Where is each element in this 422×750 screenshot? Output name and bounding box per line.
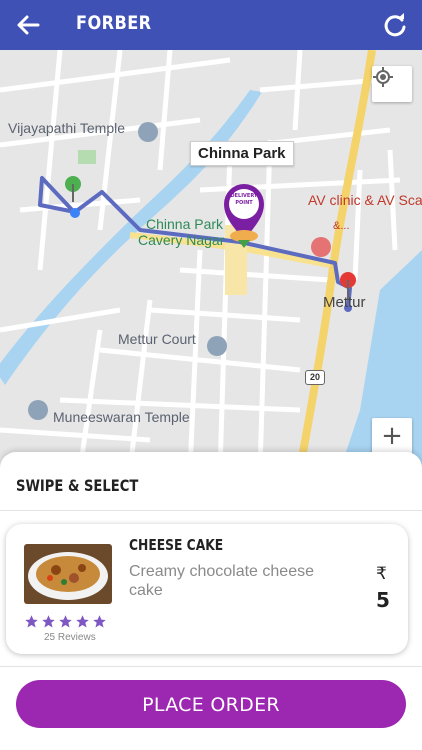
map-label-muneeswaran: Muneeswaran Temple bbox=[53, 409, 190, 425]
star-icon bbox=[76, 615, 89, 628]
app-title: FORBER bbox=[76, 12, 152, 34]
review-count: 25 Reviews bbox=[44, 632, 96, 643]
star-icon bbox=[42, 615, 55, 628]
app-bar: FORBER bbox=[0, 0, 422, 50]
sheet-heading: SWIPE & SELECT bbox=[16, 476, 139, 495]
crosshair-icon bbox=[373, 67, 393, 87]
item-price: 5 bbox=[376, 588, 390, 612]
delivery-point-marker[interactable]: DELIVERY POINT bbox=[229, 193, 259, 207]
map-label-av-amp: &... bbox=[333, 220, 350, 232]
arrow-left-icon[interactable] bbox=[14, 12, 42, 38]
star-icon bbox=[93, 615, 106, 628]
map-label-mettur-court: Mettur Court bbox=[118, 331, 196, 347]
currency-symbol: ₹ bbox=[376, 564, 387, 584]
map-label-chinna-park: Chinna Park bbox=[146, 216, 224, 232]
map-view[interactable]: Vijayapathi Temple Chinna Park Cavery Na… bbox=[0, 50, 422, 470]
divider bbox=[0, 510, 422, 511]
item-name: CHEESE CAKE bbox=[129, 536, 224, 554]
zoom-in-button[interactable]: + bbox=[372, 418, 412, 454]
my-location-button[interactable] bbox=[372, 66, 412, 102]
map-label-av-clinic: AV clinic & AV Sca bbox=[308, 192, 422, 208]
refresh-icon[interactable] bbox=[382, 12, 408, 38]
bottom-sheet: SWIPE & SELECT 25 Reviews CHEESE CAKE Cr bbox=[0, 452, 422, 750]
map-label-cavery-nagar: Cavery Nagar bbox=[138, 232, 225, 248]
rating-stars bbox=[24, 614, 107, 629]
place-order-button[interactable]: PLACE ORDER bbox=[16, 680, 406, 728]
location-callout: Chinna Park bbox=[190, 141, 294, 166]
item-description: Creamy chocolate cheese cake bbox=[129, 563, 314, 599]
map-label-mettur: Mettur bbox=[323, 294, 366, 311]
map-label-vijayapathi: Vijayapathi Temple bbox=[8, 120, 126, 136]
divider bbox=[0, 666, 422, 667]
menu-item-card[interactable]: 25 Reviews CHEESE CAKE Creamy chocolate … bbox=[6, 524, 408, 654]
food-image bbox=[24, 544, 112, 604]
delivery-marker-line2: POINT bbox=[235, 200, 253, 206]
road-number-badge: 20 bbox=[305, 370, 325, 385]
delivery-marker-line1: DELIVERY bbox=[230, 193, 258, 199]
star-icon bbox=[25, 615, 38, 628]
star-icon bbox=[59, 615, 72, 628]
map-canvas bbox=[0, 50, 422, 470]
